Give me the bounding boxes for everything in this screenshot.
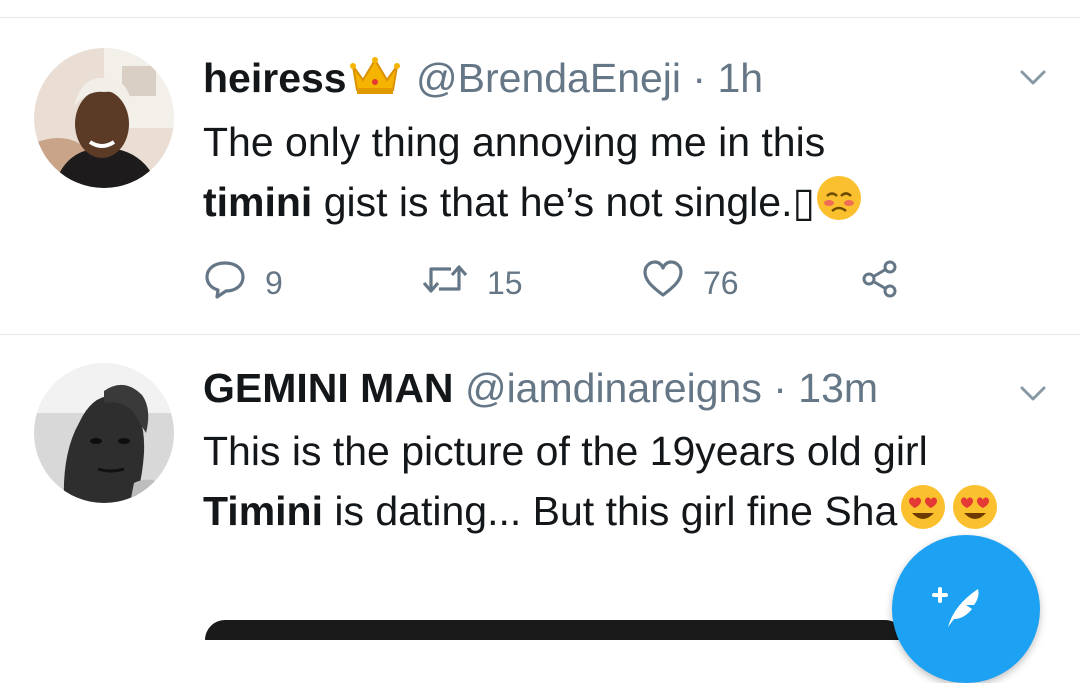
- media-preview[interactable]: [205, 620, 905, 640]
- compose-tweet-button[interactable]: [892, 535, 1040, 683]
- mention[interactable]: Timini: [203, 488, 323, 534]
- crown-emoji-icon: [349, 54, 401, 106]
- handle[interactable]: @BrendaEneji: [416, 55, 681, 101]
- missing-glyph: ▯: [792, 179, 816, 225]
- reply-icon: [203, 259, 247, 307]
- display-name[interactable]: GEMINI MAN: [203, 365, 454, 411]
- share-icon: [858, 259, 902, 307]
- timestamp[interactable]: 1h: [717, 55, 763, 101]
- separator-dot: ·: [773, 365, 787, 411]
- avatar[interactable]: [34, 48, 174, 188]
- avatar[interactable]: [34, 363, 174, 503]
- tweet-text-part: The only thing annoying me in this: [203, 119, 826, 165]
- tweet-actions: 9 15 76: [203, 259, 923, 307]
- timestamp[interactable]: 13m: [798, 365, 878, 411]
- handle[interactable]: @iamdinareigns: [465, 365, 762, 411]
- retweet-count: 15: [487, 264, 523, 301]
- chevron-down-icon[interactable]: [1016, 61, 1050, 95]
- like-button[interactable]: 76: [641, 259, 739, 307]
- like-count: 76: [703, 264, 739, 301]
- tweet-text-part: This is the picture of the 19years old g…: [203, 428, 928, 474]
- reply-button[interactable]: 9: [203, 261, 283, 305]
- compose-feather-icon: [928, 575, 988, 640]
- retweet-icon: [421, 259, 469, 307]
- display-name[interactable]: heiress: [203, 55, 347, 101]
- mention[interactable]: timini: [203, 179, 312, 225]
- tweet-header: GEMINI MAN @iamdinareigns · 13m: [203, 364, 878, 412]
- flushed-face-emoji-icon: [815, 174, 863, 238]
- separator-dot: ·: [692, 55, 707, 101]
- reply-count: 9: [265, 264, 283, 301]
- tweet-header: heiress @BrendaEneji · 1h: [203, 54, 763, 106]
- tweet-text: This is the picture of the 19years old g…: [203, 421, 1023, 547]
- tweet[interactable]: heiress @BrendaEneji · 1h The only thing…: [0, 18, 1080, 334]
- heart-icon: [641, 259, 685, 307]
- heart-eyes-emoji-icon: [897, 483, 949, 547]
- chevron-down-icon[interactable]: [1016, 377, 1050, 411]
- share-button[interactable]: [858, 259, 902, 307]
- retweet-button[interactable]: 15: [421, 261, 523, 305]
- tweet-text: The only thing annoying me in this timin…: [203, 112, 1023, 238]
- tweet-text-part: gist is that he’s not single.: [312, 179, 793, 225]
- tweet-text-part: is dating... But this girl fine Sha: [322, 488, 898, 534]
